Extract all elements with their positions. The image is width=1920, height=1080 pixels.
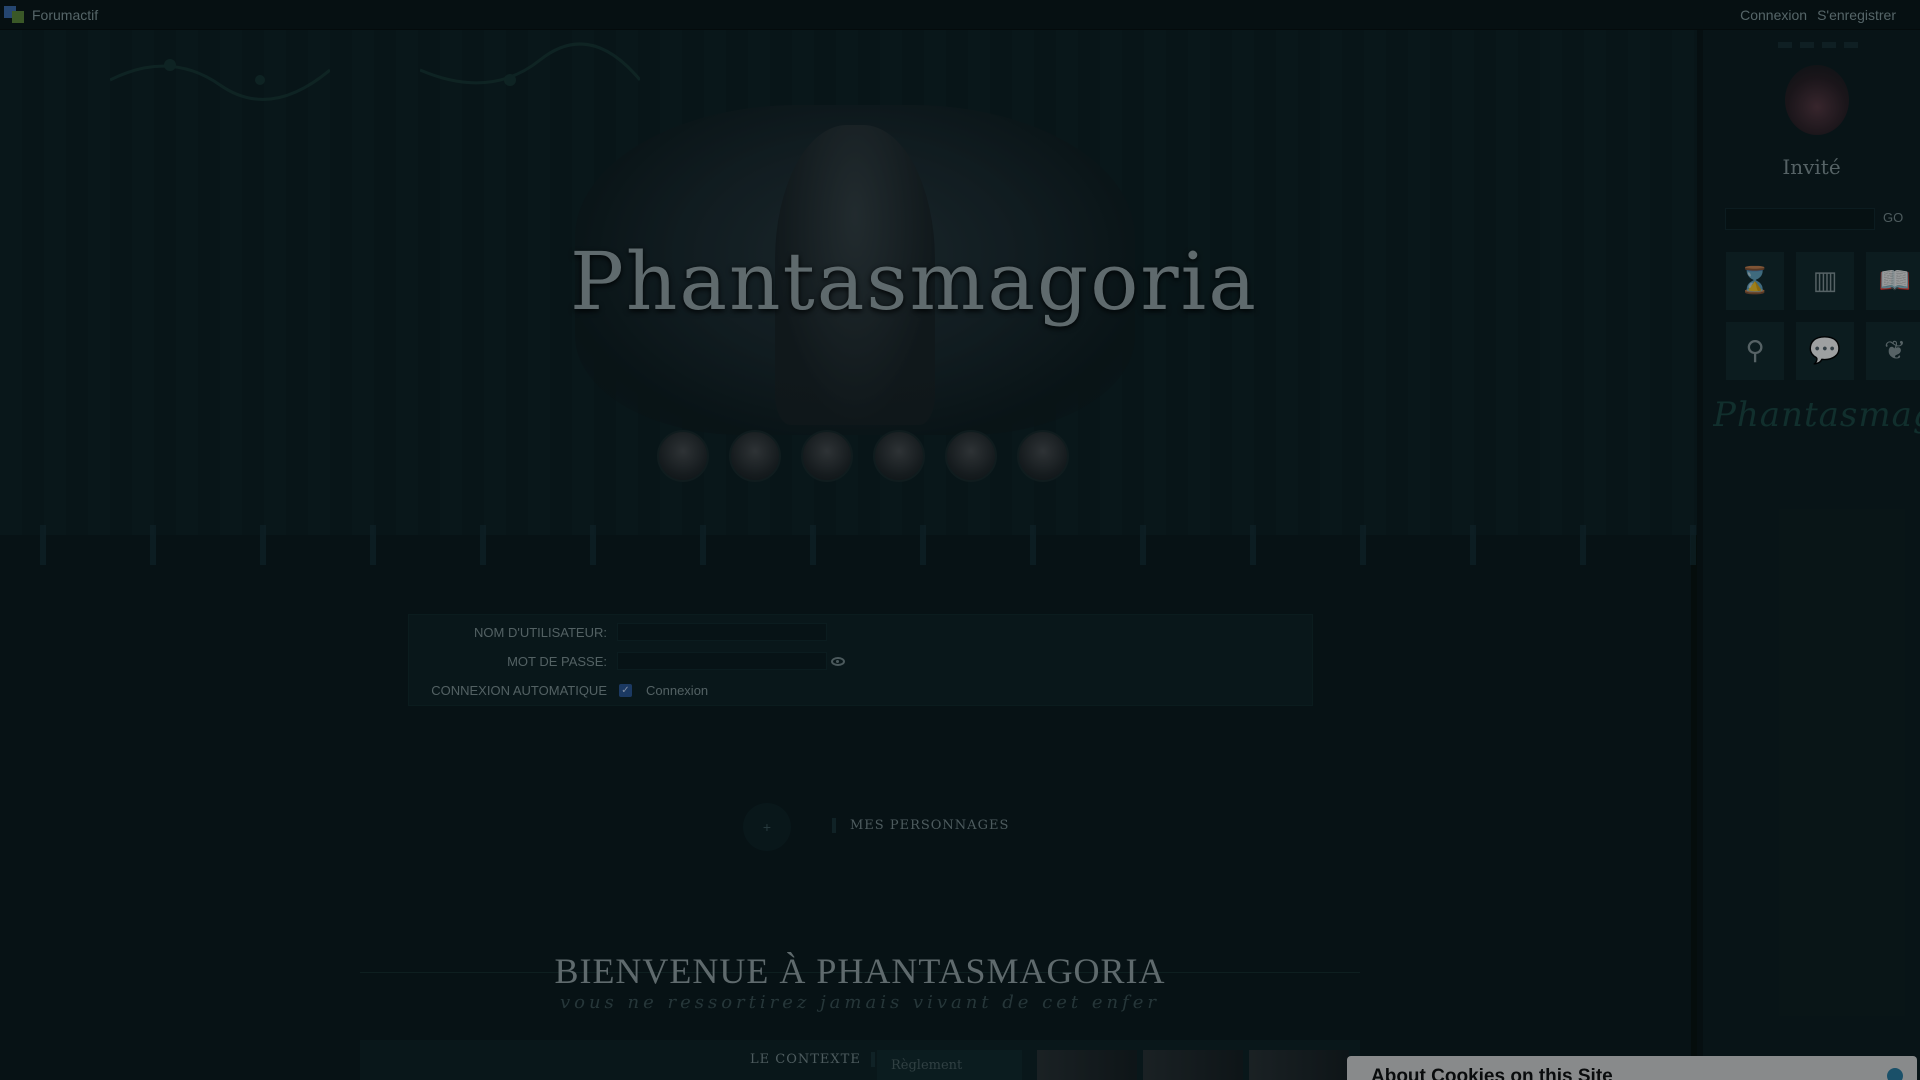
vine-decoration (420, 42, 640, 86)
context-heading: LE CONTEXTE (750, 1052, 875, 1067)
vine-decoration (110, 59, 330, 101)
open-book-icon[interactable]: 📖 (1866, 252, 1920, 310)
context-thumbnail[interactable] (1037, 1050, 1137, 1080)
sidebar-icon-grid: ⌛ ▥ 📖 ⚲ 💬 ❦ (1726, 252, 1920, 380)
connexion-link[interactable]: Connexion (1740, 7, 1807, 23)
username-label: NOM D'UTILISATEUR: (474, 624, 607, 640)
featured-avatar[interactable] (729, 430, 781, 482)
forumactif-brand: Forumactif (32, 6, 99, 23)
sidebar-dots (1778, 42, 1858, 48)
show-password-icon[interactable] (831, 656, 845, 666)
username-input[interactable] (617, 623, 827, 641)
autologin-label: CONNEXION AUTOMATIQUE (431, 682, 607, 698)
search-go-button[interactable]: GO (1883, 210, 1903, 225)
sidebar-logo: Phantasmagoria (1713, 395, 1920, 435)
hourglass-icon[interactable]: ⌛ (1726, 252, 1784, 310)
welcome-title: BIENVENUE À PHANTASMAGORIA (554, 951, 1166, 991)
rules-tab[interactable]: Règlement (877, 1050, 1022, 1080)
add-character-button[interactable]: + (743, 803, 791, 851)
forumactif-logo[interactable]: Forumactif (0, 5, 99, 24)
welcome-subtitle: vous ne ressortirez jamais vivant de cet… (559, 992, 1161, 1013)
map-icon[interactable]: ❦ (1866, 322, 1920, 380)
login-button[interactable]: Connexion (646, 683, 708, 698)
guest-username: Invité (1782, 155, 1841, 179)
forum-header: Phantasmagoria (0, 30, 1697, 565)
guest-avatar (1785, 65, 1849, 135)
context-thumbnail[interactable] (1143, 1050, 1243, 1080)
cookie-banner: About Cookies on this Site (1347, 1056, 1917, 1080)
books-icon[interactable]: ▥ (1796, 252, 1854, 310)
featured-avatar[interactable] (801, 430, 853, 482)
password-label: MOT DE PASSE: (507, 653, 607, 669)
context-thumbnail[interactable] (1249, 1050, 1349, 1080)
site-title: Phantasmagoria (570, 235, 1258, 328)
register-link[interactable]: S'enregistrer (1817, 7, 1896, 23)
password-input[interactable] (617, 652, 827, 670)
close-icon[interactable] (1887, 1068, 1903, 1080)
sidebar-search-input[interactable] (1725, 208, 1875, 230)
chat-icon[interactable]: 💬 (1796, 322, 1854, 380)
main-content: Phantasmagoria (0, 30, 1697, 1080)
featured-avatar[interactable] (657, 430, 709, 482)
username-row: NOM D'UTILISATEUR: (409, 620, 1314, 644)
right-sidebar: Invité GO ⌛ ▥ 📖 ⚲ 💬 ❦ Phantasmagoria (1703, 30, 1920, 1080)
forumactif-icon (4, 5, 26, 24)
top-navbar: Forumactif Connexion S'enregistrer (0, 0, 1920, 30)
cookie-banner-title: About Cookies on this Site (1371, 1066, 1613, 1080)
autologin-checkbox[interactable]: ✓ (619, 683, 632, 697)
context-thumbnails (1037, 1050, 1349, 1080)
featured-avatars (657, 430, 1069, 482)
my-characters-label[interactable]: MES PERSONNAGES (832, 818, 1009, 833)
featured-avatar[interactable] (945, 430, 997, 482)
autologin-row: CONNEXION AUTOMATIQUE ✓ Connexion (409, 678, 1314, 702)
magnifier-icon[interactable]: ⚲ (1726, 322, 1784, 380)
login-form: NOM D'UTILISATEUR: MOT DE PASSE: CONNEXI… (408, 614, 1313, 706)
featured-avatar[interactable] (873, 430, 925, 482)
featured-avatar[interactable] (1017, 430, 1069, 482)
password-row: MOT DE PASSE: (409, 649, 1314, 673)
